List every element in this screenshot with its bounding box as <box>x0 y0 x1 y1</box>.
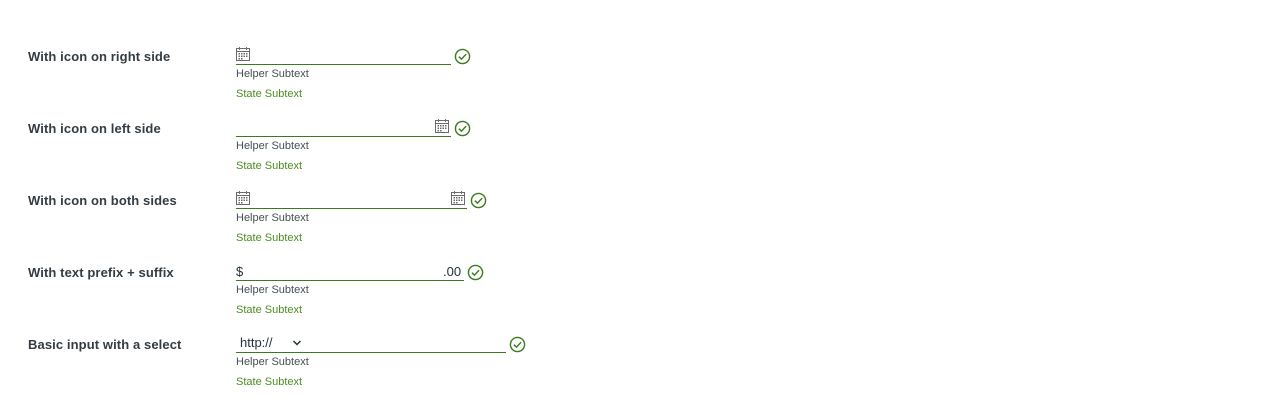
state-text: State Subtext <box>236 232 303 244</box>
success-check-icon <box>454 48 471 65</box>
state-text: State Subtext <box>236 376 303 388</box>
calendar-icon[interactable] <box>451 191 465 205</box>
form-row-select: Basic input with a select http:// Helper… <box>0 334 1280 406</box>
form-row-icon-right: With icon on right side Helper Subtext S… <box>0 46 1280 118</box>
date-input[interactable] <box>236 118 431 134</box>
helper-text: Helper Subtext <box>236 284 309 296</box>
input-suffix: .00 <box>443 264 462 279</box>
success-check-icon <box>467 264 484 281</box>
helper-text: Helper Subtext <box>236 356 309 368</box>
row-label: With text prefix + suffix <box>28 265 174 280</box>
success-check-icon <box>454 120 471 137</box>
form-page: With icon on right side Helper Subtext S… <box>0 0 1280 416</box>
input-prefix: $ <box>236 264 244 279</box>
helper-text: Helper Subtext <box>236 68 309 80</box>
input-field-container <box>236 190 467 209</box>
protocol-select-value: http:// <box>240 335 273 350</box>
state-text: State Subtext <box>236 160 303 172</box>
row-label: With icon on both sides <box>28 193 177 208</box>
calendar-icon[interactable] <box>236 191 250 205</box>
calendar-icon[interactable] <box>236 47 250 61</box>
protocol-select[interactable]: http:// <box>236 334 306 352</box>
input-field-container <box>236 46 451 65</box>
success-check-icon <box>509 336 526 353</box>
row-label: Basic input with a select <box>28 337 182 352</box>
date-input[interactable] <box>254 190 448 206</box>
calendar-icon[interactable] <box>435 119 449 133</box>
state-text: State Subtext <box>236 88 303 100</box>
form-row-icon-both: With icon on both sides Helper Subtext S… <box>0 190 1280 262</box>
input-field-container: http:// <box>236 334 506 353</box>
row-label: With icon on right side <box>28 49 171 64</box>
row-label: With icon on left side <box>28 121 161 136</box>
success-check-icon <box>470 192 487 209</box>
input-field-container <box>236 118 451 137</box>
date-input[interactable] <box>254 46 449 62</box>
chevron-down-icon <box>292 340 302 346</box>
helper-text: Helper Subtext <box>236 140 309 152</box>
helper-text: Helper Subtext <box>236 212 309 224</box>
form-row-icon-left: With icon on left side Helper Subtext St… <box>0 118 1280 190</box>
state-text: State Subtext <box>236 304 303 316</box>
url-input[interactable] <box>310 334 504 350</box>
form-row-prefix-suffix: With text prefix + suffix $ .00 Helper S… <box>0 262 1280 334</box>
input-field-container: $ .00 <box>236 262 464 281</box>
amount-input[interactable] <box>248 262 440 278</box>
